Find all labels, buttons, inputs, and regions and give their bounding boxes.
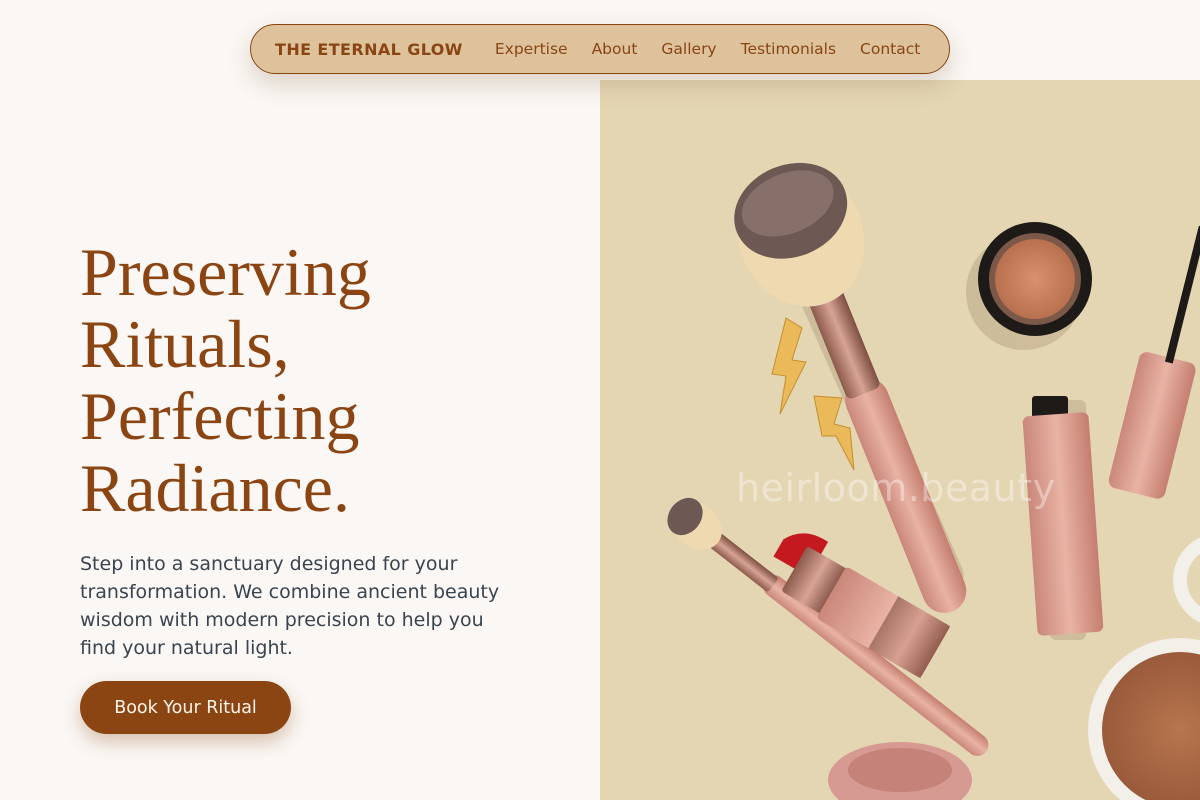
hero-title-line: Preserving <box>80 234 371 310</box>
scrunchie-graphic <box>828 742 972 800</box>
hero-title: Preserving Rituals, Perfecting Radiance. <box>80 236 560 524</box>
compact-ring-graphic <box>1173 537 1200 623</box>
large-brush-graphic <box>734 162 967 613</box>
nav-links: Expertise About Gallery Testimonials Con… <box>495 40 921 58</box>
top-navigation: THE ETERNAL GLOW Expertise About Gallery… <box>250 24 950 74</box>
hero-title-line: Radiance. <box>80 450 350 526</box>
bronzer-compact-graphic <box>1088 638 1200 800</box>
nav-link-expertise[interactable]: Expertise <box>495 40 568 58</box>
nav-link-testimonials[interactable]: Testimonials <box>741 40 836 58</box>
nav-link-about[interactable]: About <box>592 40 638 58</box>
nav-link-contact[interactable]: Contact <box>860 40 920 58</box>
watermark-text: heirloom.beauty <box>736 466 1056 510</box>
book-ritual-button[interactable]: Book Your Ritual <box>80 681 291 734</box>
hero-title-line: Perfecting <box>80 378 360 454</box>
mascara-graphic <box>1022 396 1104 636</box>
makeup-flatlay-illustration <box>667 162 1200 800</box>
hero-title-line: Rituals, <box>80 306 290 382</box>
hero-image: heirloom.beauty <box>600 80 1200 800</box>
nav-link-gallery[interactable]: Gallery <box>661 40 716 58</box>
lip-gloss-tube-graphic <box>1108 225 1200 499</box>
hero-subtitle: Step into a sanctuary designed for your … <box>80 553 500 659</box>
concealer-pot-graphic <box>978 222 1092 336</box>
brand-logo[interactable]: THE ETERNAL GLOW <box>275 40 463 59</box>
